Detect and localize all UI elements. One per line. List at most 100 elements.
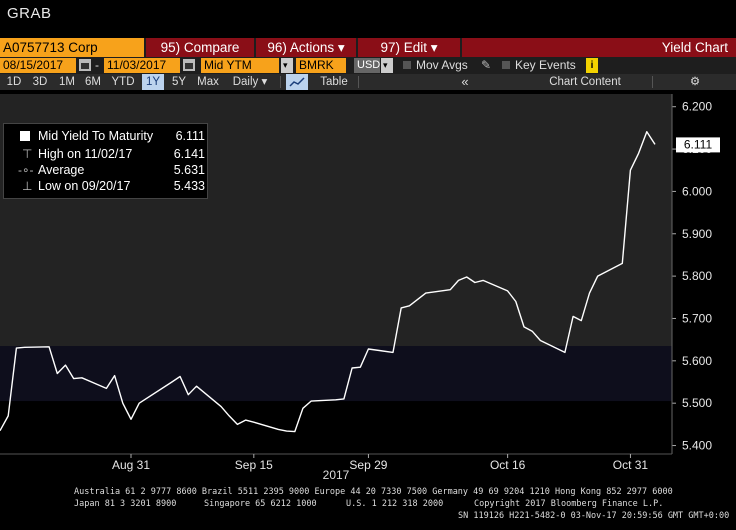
field-dropdown-icon[interactable]: ▾: [281, 58, 293, 73]
data-point: [367, 348, 369, 350]
info-icon[interactable]: i: [586, 58, 598, 73]
range-button-6m[interactable]: 6M: [82, 74, 104, 90]
view-title: Yield Chart: [462, 38, 736, 57]
y-tick-label: 5.900: [682, 227, 712, 241]
data-point: [564, 351, 566, 353]
key-events-label: Key Events: [515, 58, 576, 72]
compare-menu[interactable]: 95) Compare: [146, 38, 254, 57]
footer-phones: Australia 61 2 9777 8600 Brazil 5511 239…: [74, 487, 673, 497]
calendar-icon[interactable]: [183, 59, 195, 71]
collapse-icon[interactable]: «: [440, 74, 490, 90]
data-point: [196, 385, 198, 387]
data-point: [81, 377, 83, 379]
legend-item-high: ⊤ High on 11/02/17 6.141: [4, 146, 209, 162]
y-tick-label: 5.500: [682, 396, 712, 410]
legend-name: High on 11/02/17: [38, 147, 133, 161]
range-button-5y[interactable]: 5Y: [168, 74, 190, 90]
data-point: [580, 320, 582, 322]
data-point: [417, 298, 419, 300]
benchmark-input[interactable]: BMRK: [296, 58, 346, 73]
data-point: [359, 366, 361, 368]
data-point: [105, 387, 107, 389]
legend-value: 5.631: [173, 163, 205, 177]
footer-copyright: Copyright 2017 Bloomberg Finance L.P.: [474, 499, 664, 509]
data-point: [302, 407, 304, 409]
legend-value: 5.433: [173, 179, 205, 193]
data-point: [236, 423, 238, 425]
x-tick-label: Sep 15: [235, 458, 273, 472]
y-tick-label: 5.600: [682, 354, 712, 368]
data-point: [253, 421, 255, 423]
legend-name: Mid Yield To Maturity: [38, 129, 154, 143]
end-date-input[interactable]: 11/03/2017: [104, 58, 180, 73]
range-button-1m[interactable]: 1M: [56, 74, 78, 90]
security-field[interactable]: A0757713 Corp: [0, 38, 144, 57]
range-button-max[interactable]: Max: [194, 74, 222, 90]
data-point: [65, 364, 67, 366]
field-select[interactable]: Mid YTM: [201, 58, 279, 73]
x-axis-year: 2017: [323, 468, 350, 482]
data-point: [572, 315, 574, 317]
data-point: [24, 346, 26, 348]
data-point: [228, 415, 230, 417]
data-point: [277, 428, 279, 430]
x-tick-label: Sep 29: [349, 458, 387, 472]
data-point: [122, 402, 124, 404]
settings-icon[interactable]: ⚙: [660, 74, 730, 90]
currency-select[interactable]: USD: [354, 58, 380, 73]
data-point: [130, 418, 132, 420]
y-tick-label: 5.800: [682, 269, 712, 283]
legend-item-mid-ytm[interactable]: Mid Yield To Maturity 6.111: [4, 128, 209, 144]
y-tick-label: 5.700: [682, 311, 712, 325]
x-tick-label: Oct 16: [490, 458, 526, 472]
data-point: [507, 290, 509, 292]
parameter-bar: 08/15/2017 - 11/03/2017 Mid YTM ▾ BMRK U…: [0, 57, 736, 74]
data-point: [392, 351, 394, 353]
key-events-checkbox[interactable]: [502, 61, 510, 69]
data-point: [179, 375, 181, 377]
range-bar: 1D 3D 1M 6M YTD 1Y 5Y Max Daily ▾ Table « Chart…: [0, 74, 736, 90]
data-point: [187, 394, 189, 396]
data-point: [245, 419, 247, 421]
data-point: [646, 131, 648, 133]
last-value-label: 6.111: [684, 137, 713, 151]
line-chart-icon[interactable]: [286, 74, 308, 90]
range-button-3d[interactable]: 3D: [29, 74, 51, 90]
actions-menu[interactable]: 96) Actions ▾: [256, 38, 356, 57]
legend-name: Average: [38, 163, 85, 177]
pencil-icon[interactable]: ✎: [478, 58, 492, 73]
x-tick-label: Aug 31: [112, 458, 150, 472]
mov-avgs-checkbox[interactable]: [403, 61, 411, 69]
range-button-1d[interactable]: 1D: [4, 74, 24, 90]
data-point: [15, 347, 17, 349]
y-tick-label: 6.000: [682, 184, 712, 198]
high-marker-icon: ⊤: [22, 147, 33, 161]
y-tick-label: 5.400: [682, 439, 712, 453]
calendar-icon[interactable]: [79, 59, 91, 71]
low-marker-icon: ⊥: [22, 179, 33, 193]
title-bar: GRAB: [0, 0, 736, 38]
edit-menu[interactable]: 97) Edit ▾: [358, 38, 460, 57]
data-point: [523, 326, 525, 328]
legend-name: Low on 09/20/17: [38, 179, 131, 193]
legend: Mid Yield To Maturity 6.111 ⊤ High on 11…: [3, 123, 208, 199]
chart-content-button[interactable]: Chart Content: [520, 74, 650, 90]
data-point: [48, 346, 50, 348]
data-point: [531, 330, 533, 332]
data-point: [138, 402, 140, 404]
data-point: [351, 367, 353, 369]
range-button-ytd[interactable]: YTD: [109, 74, 137, 90]
data-point: [310, 400, 312, 402]
data-point: [400, 307, 402, 309]
data-point: [408, 305, 410, 307]
data-point: [7, 415, 9, 417]
currency-dropdown-icon[interactable]: ▾: [381, 58, 393, 73]
data-point: [335, 399, 337, 401]
start-date-input[interactable]: 08/15/2017: [0, 58, 76, 73]
data-point: [589, 292, 591, 294]
legend-item-average: -∘- Average 5.631: [4, 162, 209, 178]
periodicity-select[interactable]: Daily ▾: [228, 74, 272, 90]
table-button[interactable]: Table: [312, 74, 356, 90]
data-point: [482, 279, 484, 281]
range-button-1y[interactable]: 1Y: [142, 74, 164, 90]
